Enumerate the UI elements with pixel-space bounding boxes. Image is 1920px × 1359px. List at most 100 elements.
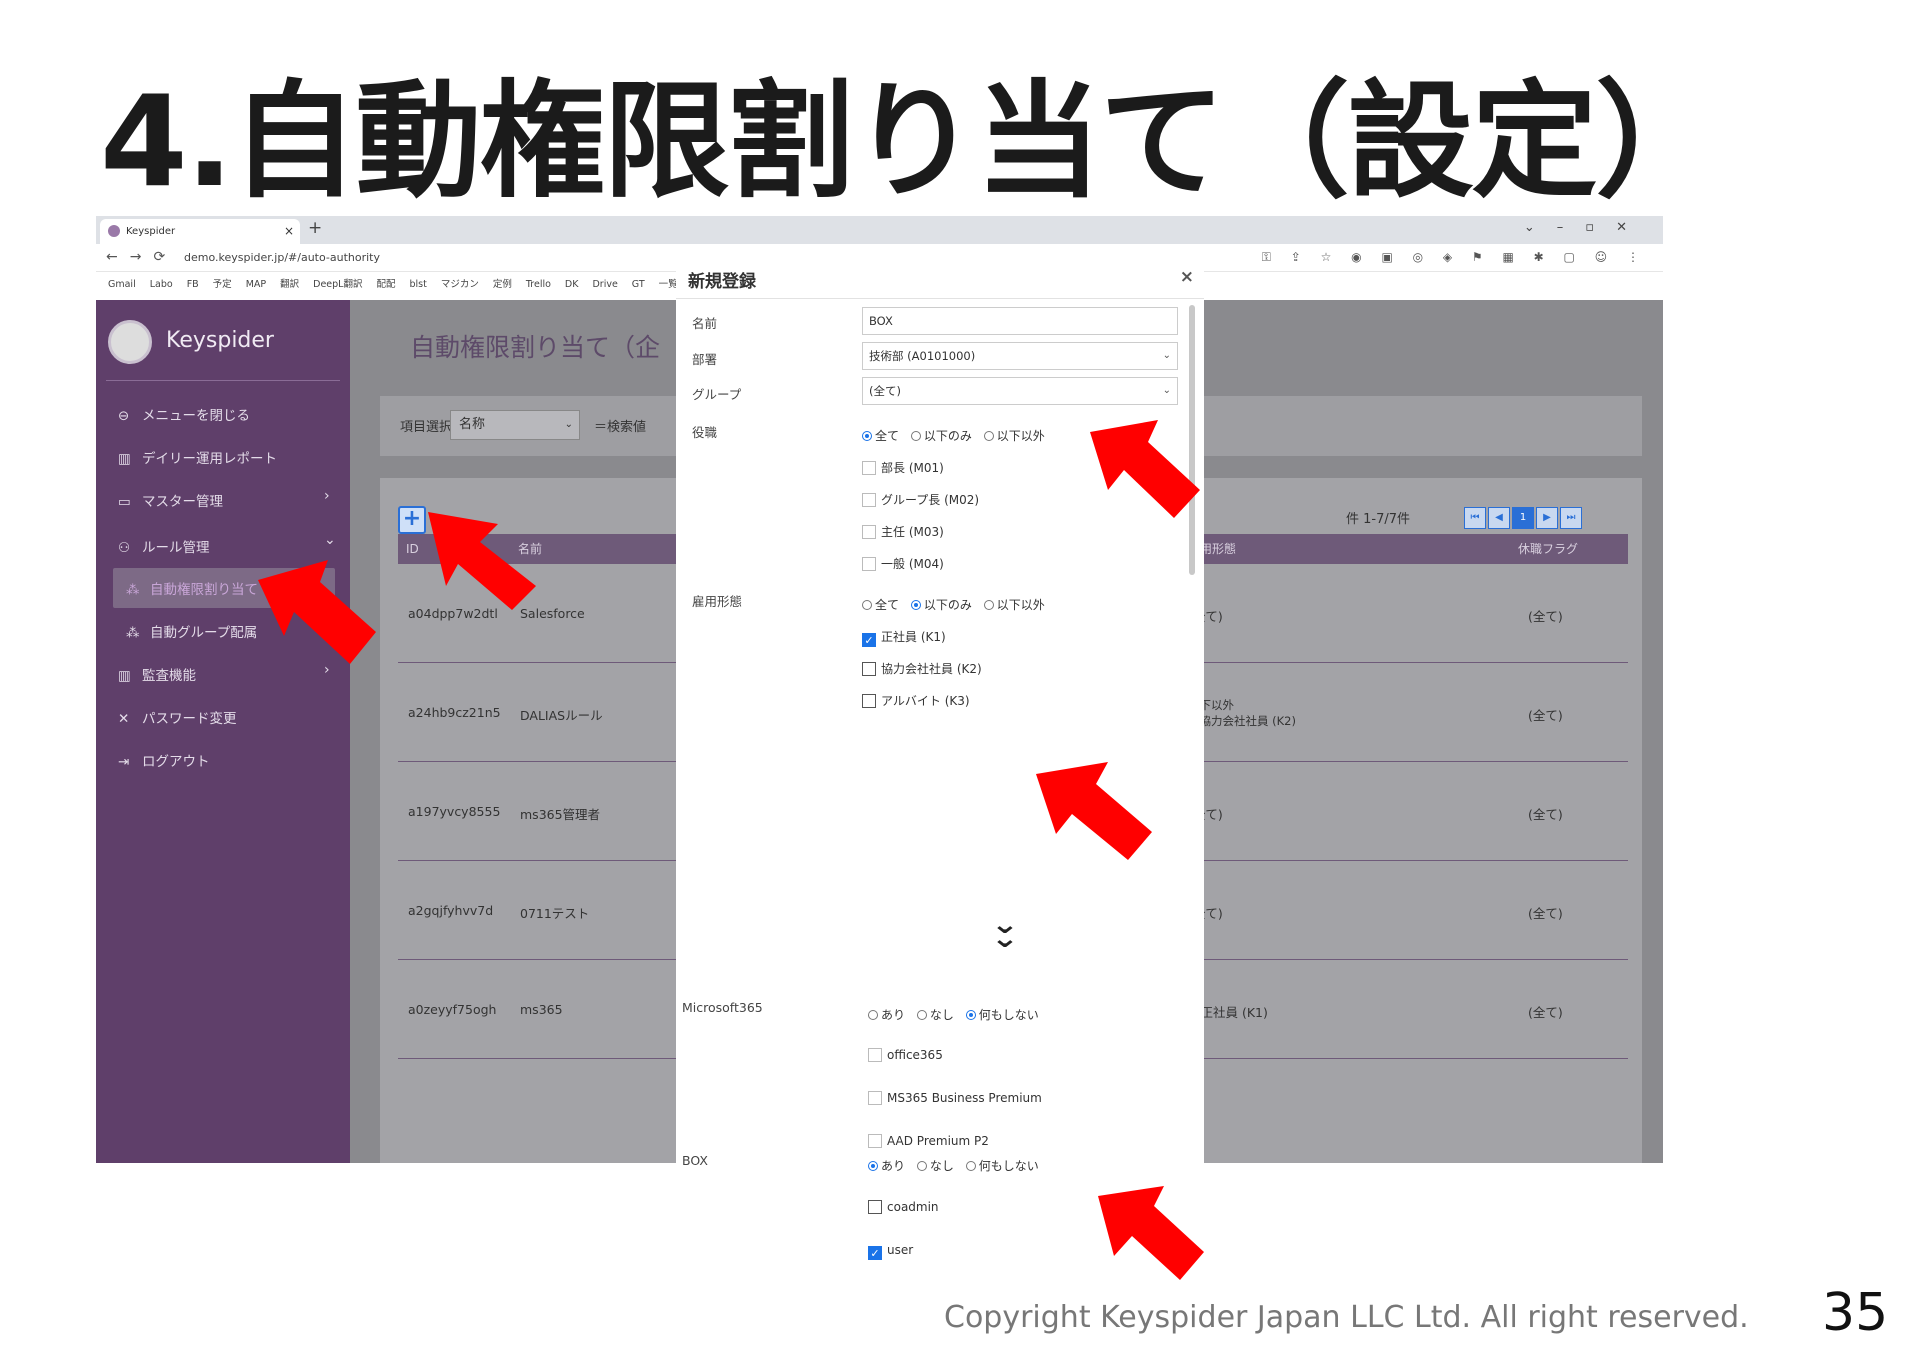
emp-check-k2[interactable]: 協力会社社員 (K2)	[862, 660, 982, 677]
role-radio-all[interactable]: 全て	[862, 427, 899, 444]
bookmark-item[interactable]: Gmail	[108, 279, 136, 290]
cell-id: a2gqjfyhvv7d	[408, 903, 494, 918]
cell-name: DALIASルール	[520, 708, 603, 723]
chevron-down-icon: ⌄	[564, 419, 573, 430]
copyright-text: Copyright Keyspider Japan LLC Ltd. All r…	[944, 1300, 1749, 1335]
tab-title: Keyspider	[126, 226, 176, 237]
add-button[interactable]: +	[398, 506, 426, 534]
monitor-icon: ▭	[118, 494, 131, 510]
bookmark-item[interactable]: マジカン	[441, 279, 479, 290]
sidebar: Keyspider ⊖ メニューを閉じる ▥ デイリー運用レポート ▭ マスター管理 …	[96, 300, 350, 1163]
emp-radio-all[interactable]: 全て	[862, 596, 899, 613]
role-check-m04[interactable]: 一般 (M04)	[862, 555, 944, 572]
box-label: BOX	[682, 1153, 708, 1168]
window-controls[interactable]: ⌄–▫✕	[1524, 220, 1649, 235]
bookmark-item[interactable]: Labo	[150, 279, 173, 290]
box-radio-group: あり なし 何もしない	[868, 1157, 1047, 1174]
bookmark-item[interactable]: 配配	[376, 279, 395, 290]
box-check-coadmin[interactable]: coadmin	[868, 1200, 939, 1214]
hierarchy-icon: ⁂	[126, 625, 140, 641]
box-check-user[interactable]: ✓ user	[868, 1243, 913, 1260]
cell-id: a197yvcy8555	[408, 804, 501, 819]
sidebar-item-audit[interactable]: ▥ 監査機能	[118, 664, 196, 684]
employment-radio-group: 全て 以下のみ 以下以外	[862, 596, 1053, 613]
filter-select[interactable]: 名称 ⌄	[450, 410, 580, 440]
role-check-m02[interactable]: グループ長 (M02)	[862, 491, 979, 508]
ms365-check-aad-p2[interactable]: AAD Premium P2	[868, 1134, 989, 1148]
role-radio-only[interactable]: 以下のみ	[910, 427, 972, 444]
th-leave[interactable]: 休職フラグ	[1518, 534, 1578, 564]
close-icon[interactable]: ×	[1180, 267, 1194, 287]
ms365-radio-nothing[interactable]: 何もしない	[965, 1006, 1039, 1023]
name-input[interactable]: BOX	[862, 307, 1178, 335]
book-icon: ▥	[118, 451, 131, 467]
bookmark-item[interactable]: blst	[409, 279, 426, 290]
bookmark-item[interactable]: MAP	[246, 279, 266, 290]
page-number: 35	[1822, 1283, 1889, 1343]
page-title: 自動権限割り当て（企	[410, 333, 661, 362]
tools-icon: ✕	[118, 711, 130, 727]
box-radio-no[interactable]: なし	[916, 1157, 954, 1174]
brand-name: Keyspider	[166, 328, 274, 353]
cell-name: ms365	[520, 1002, 563, 1017]
ms365-label: Microsoft365	[682, 1000, 763, 1015]
emp-radio-only[interactable]: 以下のみ	[910, 596, 972, 613]
sidebar-item-auto-group[interactable]: ⁂ 自動グループ配属	[126, 621, 257, 641]
role-check-m01[interactable]: 部長 (M01)	[862, 459, 944, 476]
ms365-check-office365[interactable]: office365	[868, 1048, 943, 1062]
box-radio-yes[interactable]: あり	[868, 1157, 905, 1174]
page-current[interactable]: 1	[1512, 507, 1534, 529]
bookmark-item[interactable]: 翻訳	[280, 279, 299, 290]
sidebar-item-password[interactable]: ✕ パスワード変更	[118, 707, 237, 727]
keyspider-favicon-icon	[108, 225, 120, 237]
url-field[interactable]: demo.keyspider.jp/#/auto-authority	[184, 251, 380, 264]
bookmark-item[interactable]: 一覧	[659, 279, 678, 290]
keyspider-logo-icon	[108, 320, 152, 364]
last-page-icon[interactable]: ⏭	[1560, 507, 1582, 529]
bookmark-item[interactable]: DeepL翻訳	[313, 279, 362, 290]
bookmark-item[interactable]: 予定	[213, 279, 232, 290]
first-page-icon[interactable]: ⏮	[1464, 507, 1486, 529]
group-select[interactable]: (全て) ⌄	[862, 377, 1178, 405]
bookmark-item[interactable]: GT	[632, 279, 645, 290]
prev-page-icon[interactable]: ◀	[1488, 507, 1510, 529]
role-radio-group: 全て 以下のみ 以下以外	[862, 427, 1053, 444]
box-radio-nothing[interactable]: 何もしない	[965, 1157, 1039, 1174]
th-id[interactable]: ID	[406, 534, 419, 564]
bookmark-item[interactable]: FB	[187, 279, 199, 290]
ms365-radio-group: あり なし 何もしない	[868, 1006, 1047, 1023]
role-check-m03[interactable]: 主任 (M03)	[862, 523, 944, 540]
emp-check-k3[interactable]: アルバイト (K3)	[862, 692, 970, 709]
extension-icons[interactable]: ⚿ ⇪ ☆ ◉ ▣ ◎ ◈ ⚑ ▦ ✱ ▢ ☺ ⋮	[1262, 250, 1647, 265]
next-page-icon[interactable]: ▶	[1536, 507, 1558, 529]
emp-radio-except[interactable]: 以下以外	[983, 596, 1045, 613]
tab-close-icon[interactable]: ×	[284, 219, 294, 244]
bookmark-item[interactable]: 定例	[493, 279, 512, 290]
emp-check-k1[interactable]: ✓ 正社員 (K1)	[862, 628, 946, 647]
filter-eq-label: ＝検索値	[594, 420, 647, 435]
sidebar-item-logout[interactable]: ⇥ ログアウト	[118, 750, 210, 770]
slide-title: 4.自動権限割り当て（設定）	[100, 68, 1722, 215]
sidebar-item-auto-authority[interactable]: ⁂ 自動権限割り当て	[126, 578, 258, 598]
ms365-check-business-premium[interactable]: MS365 Business Premium	[868, 1091, 1042, 1105]
book-icon: ▥	[118, 668, 131, 684]
ms365-radio-no[interactable]: なし	[916, 1006, 954, 1023]
sidebar-item-close-menu[interactable]: ⊖ メニューを閉じる	[118, 404, 250, 424]
sidebar-item-master[interactable]: ▭ マスター管理	[118, 490, 223, 510]
bookmark-item[interactable]: Trello	[526, 279, 551, 290]
ms365-radio-yes[interactable]: あり	[868, 1006, 905, 1023]
pager-info: 件 1-7/7件	[1346, 512, 1411, 527]
role-radio-except[interactable]: 以下以外	[983, 427, 1045, 444]
nav-buttons[interactable]: ←→⟳	[106, 249, 177, 265]
browser-tab[interactable]: Keyspider ×	[100, 219, 300, 244]
new-tab-icon[interactable]: +	[308, 218, 322, 238]
dept-select[interactable]: 技術部 (A0101000) ⌄	[862, 342, 1178, 370]
bookmark-item[interactable]: DK	[565, 279, 579, 290]
bookmark-item[interactable]: Drive	[592, 279, 617, 290]
cell-leave: (全て)	[1528, 1005, 1563, 1020]
chevron-down-icon: ⌄	[324, 532, 336, 548]
sidebar-item-daily-report[interactable]: ▥ デイリー運用レポート	[118, 447, 277, 467]
chevron-right-icon: ›	[324, 488, 330, 504]
sidebar-item-rules[interactable]: ⚇ ルール管理	[118, 536, 210, 556]
cell-leave: (全て)	[1528, 906, 1563, 921]
